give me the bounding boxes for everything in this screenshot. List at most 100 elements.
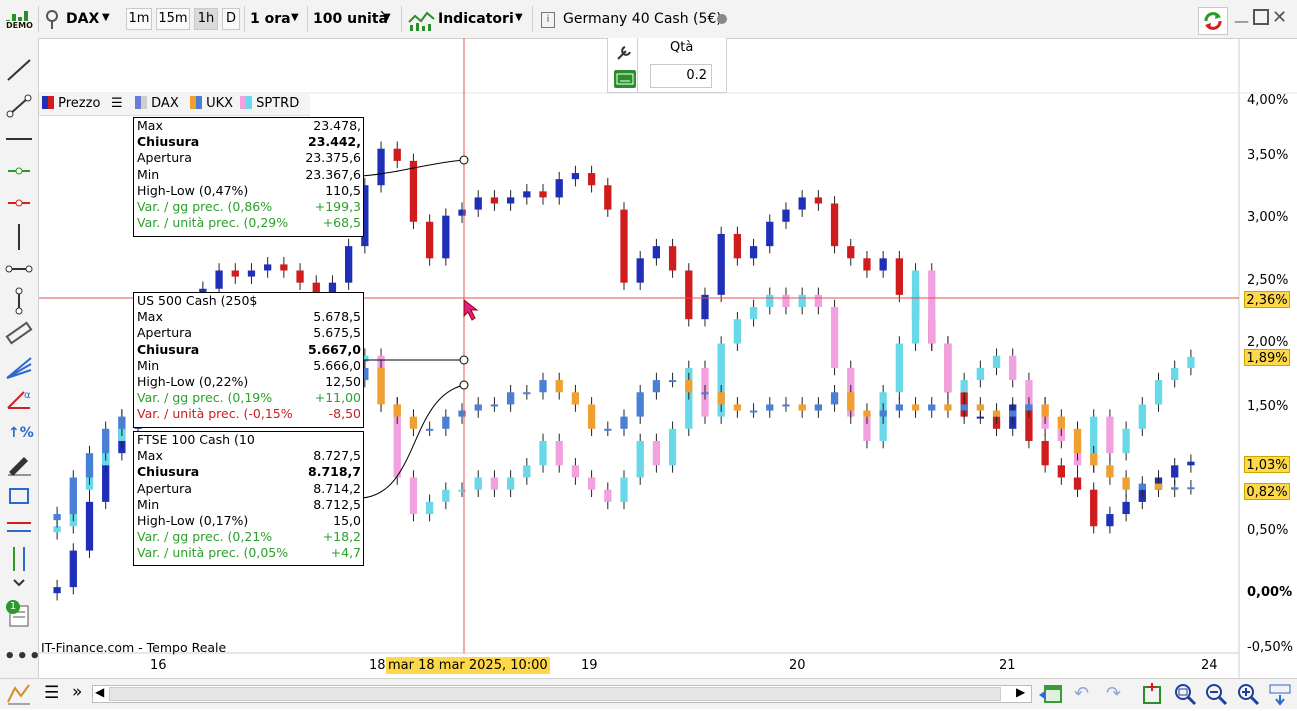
info-icon[interactable]: i xyxy=(541,12,555,28)
candle-dax xyxy=(1090,489,1098,527)
redo-icon[interactable]: ↷ xyxy=(1106,683,1121,704)
wrench-icon[interactable] xyxy=(614,42,636,62)
refresh-icon[interactable] xyxy=(1198,7,1228,35)
candle-ukx xyxy=(1041,404,1049,417)
rectangle-tool-icon[interactable] xyxy=(4,480,34,510)
x-tick: 19 xyxy=(581,658,598,673)
scroll-left-icon[interactable]: ◀ xyxy=(95,685,104,699)
candle-dax xyxy=(555,179,563,198)
scroll-right-icon[interactable]: ▶ xyxy=(1016,685,1025,699)
legend-price[interactable]: Prezzo xyxy=(42,94,100,114)
zoom-in-icon[interactable] xyxy=(1236,681,1260,707)
vsegment-tool-icon[interactable] xyxy=(4,286,34,316)
info-row: Chiusura 8.718,7 xyxy=(137,464,361,480)
candle-dax xyxy=(830,203,839,247)
tf-15m-button[interactable]: 15m xyxy=(156,8,190,30)
qty-input[interactable]: 0.2 xyxy=(650,64,712,88)
list-icon[interactable]: ☰ xyxy=(111,94,123,114)
hline-tool-icon[interactable] xyxy=(4,124,34,154)
alerts-icon[interactable]: 1 xyxy=(4,598,34,628)
order-panel: Qtà 0.2 xyxy=(607,38,727,93)
calendar-nav-icon[interactable] xyxy=(1038,681,1064,707)
symbol-selector[interactable]: DAX xyxy=(66,10,99,28)
segment-tool-icon[interactable] xyxy=(4,90,34,120)
zoom-out-icon[interactable] xyxy=(1204,681,1228,707)
undo-icon[interactable]: ↶ xyxy=(1074,683,1089,704)
pencil-icon[interactable] xyxy=(4,448,34,478)
vertical-channel-icon[interactable] xyxy=(4,544,34,574)
candle-dax xyxy=(280,264,288,271)
candle-ukx xyxy=(118,416,126,429)
close-icon[interactable]: ✕ xyxy=(1272,7,1287,28)
screenshot-icon[interactable] xyxy=(1140,681,1164,707)
scrollbar-thumb[interactable] xyxy=(109,687,1001,701)
link-icon[interactable] xyxy=(44,9,60,35)
line-tool-icon[interactable] xyxy=(4,54,34,84)
interval-selector[interactable]: 1 ora xyxy=(250,10,291,28)
candle-dax xyxy=(733,233,742,259)
info-row: Apertura 5.675,5 xyxy=(137,325,361,341)
ruler-icon[interactable] xyxy=(4,318,34,348)
keyboard-icon[interactable] xyxy=(614,70,636,88)
legend-sptrd[interactable]: SPTRD xyxy=(240,94,299,114)
drawing-toolbar: α ↑% 1 ••• xyxy=(0,38,41,708)
channel-tool-icon[interactable] xyxy=(4,512,34,542)
ftse-marker xyxy=(459,380,469,390)
keyboard-scroll-icon[interactable] xyxy=(1268,681,1292,707)
candle-dax xyxy=(636,258,644,283)
candle-sptrd xyxy=(425,501,434,515)
resistance-line-icon[interactable] xyxy=(4,188,34,218)
legend-dax[interactable]: DAX xyxy=(135,94,179,114)
candle-ukx xyxy=(701,392,709,395)
minimize-icon[interactable]: — xyxy=(1234,12,1249,30)
demo-logo[interactable]: DEMO xyxy=(4,6,34,34)
candle-ukx xyxy=(604,428,612,431)
chevron-down-icon[interactable]: ▼ xyxy=(383,12,391,23)
fibonacci-fan-icon[interactable] xyxy=(4,352,34,382)
more-icon[interactable]: ••• xyxy=(4,646,41,667)
candle-dax xyxy=(264,264,272,271)
vline-tool-icon[interactable] xyxy=(4,222,34,252)
chevron-down-icon[interactable]: ▼ xyxy=(515,12,523,23)
info-row: Max 5.678,5 xyxy=(137,309,361,325)
candle-ukx xyxy=(749,410,758,413)
candle-dax xyxy=(1073,477,1082,490)
indicators-button[interactable]: Indicatori xyxy=(438,10,514,28)
angle-tool-icon[interactable]: α xyxy=(4,384,34,414)
info-row: Chiusura 23.442, xyxy=(137,134,361,150)
info-row: Chiusura 5.667,0 xyxy=(137,341,361,357)
quantity-selector[interactable]: 100 unità xyxy=(313,10,388,28)
info-row: Var. / unità prec. (0,05% +4,7 xyxy=(137,545,361,561)
horizontal-scrollbar[interactable]: ◀ ▶ xyxy=(92,685,1032,703)
candle-sptrd xyxy=(1138,404,1146,429)
hsegment-tool-icon[interactable] xyxy=(4,254,34,284)
zoom-fit-icon[interactable] xyxy=(1172,681,1198,707)
dax-value-badge: 1,03% xyxy=(1244,456,1290,473)
maximize-icon[interactable] xyxy=(1253,9,1269,25)
info-row: Var. / gg prec. (0,19% +11,00 xyxy=(137,390,361,406)
support-line-icon[interactable] xyxy=(4,156,34,186)
chevron-down-icon[interactable]: ▼ xyxy=(102,12,110,23)
chart-type-icon[interactable] xyxy=(6,682,32,706)
legend-ukx[interactable]: UKX xyxy=(190,94,233,114)
chevron-down-icon[interactable]: ▼ xyxy=(291,12,299,23)
tf-d-button[interactable]: D xyxy=(222,8,240,30)
candle-dax xyxy=(377,148,385,186)
x-tick: 16 xyxy=(150,658,167,673)
y-tick: 2,50% xyxy=(1247,273,1289,288)
info-box-title: US 500 Cash (250$ xyxy=(137,293,258,308)
percent-tool-icon[interactable]: ↑% xyxy=(4,416,34,446)
candle-dax xyxy=(53,587,61,594)
menu-icon[interactable]: ☰ xyxy=(44,683,59,703)
candle-ukx xyxy=(879,410,887,417)
chevron-down-icon[interactable] xyxy=(4,576,34,590)
candle-dax xyxy=(474,197,482,210)
candle-ukx xyxy=(652,380,661,393)
candle-ukx xyxy=(976,404,984,411)
sp-marker xyxy=(459,355,469,365)
indicators-icon[interactable] xyxy=(408,8,436,36)
tf-1m-button[interactable]: 1m xyxy=(126,8,152,30)
tf-1h-button[interactable]: 1h xyxy=(194,8,218,30)
info-row: High-Low (0,47%) 110,5 xyxy=(137,182,361,198)
double-chevron-right-icon[interactable]: » xyxy=(72,682,82,702)
